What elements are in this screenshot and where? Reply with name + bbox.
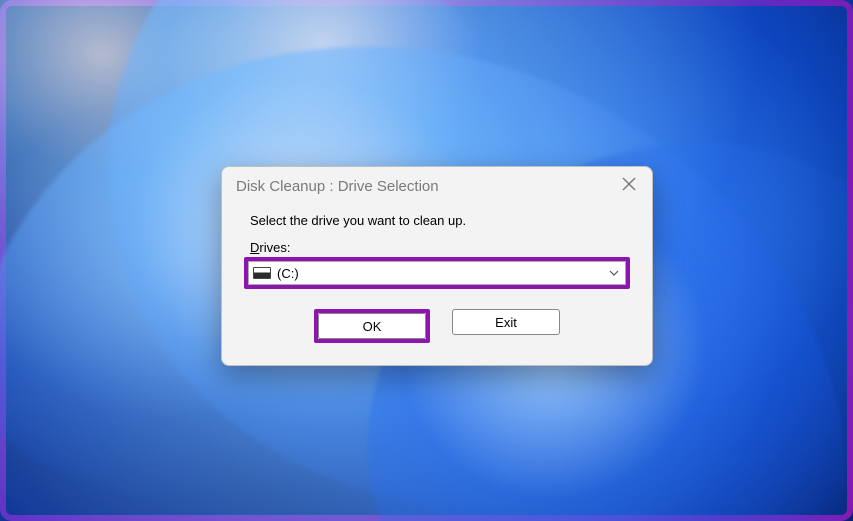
- ok-button[interactable]: OK: [318, 313, 426, 339]
- drives-combobox[interactable]: (C:): [248, 261, 626, 285]
- dialog-buttons: OK Exit: [244, 305, 630, 349]
- dialog-body: Select the drive you want to clean up. D…: [222, 201, 652, 365]
- close-button[interactable]: [620, 177, 638, 195]
- drives-combo-highlight: (C:): [244, 257, 630, 289]
- exit-button[interactable]: Exit: [452, 309, 560, 335]
- drives-label: Drives:: [250, 240, 630, 255]
- drives-selected-value: (C:): [277, 266, 609, 281]
- disk-cleanup-dialog: Disk Cleanup : Drive Selection Select th…: [221, 166, 653, 366]
- close-icon: [622, 177, 636, 196]
- chevron-down-icon: [609, 268, 619, 278]
- window-title: Disk Cleanup : Drive Selection: [236, 178, 439, 195]
- ok-button-highlight: OK: [314, 309, 430, 343]
- drive-icon: [253, 267, 271, 279]
- instruction-text: Select the drive you want to clean up.: [250, 213, 630, 228]
- titlebar[interactable]: Disk Cleanup : Drive Selection: [222, 167, 652, 201]
